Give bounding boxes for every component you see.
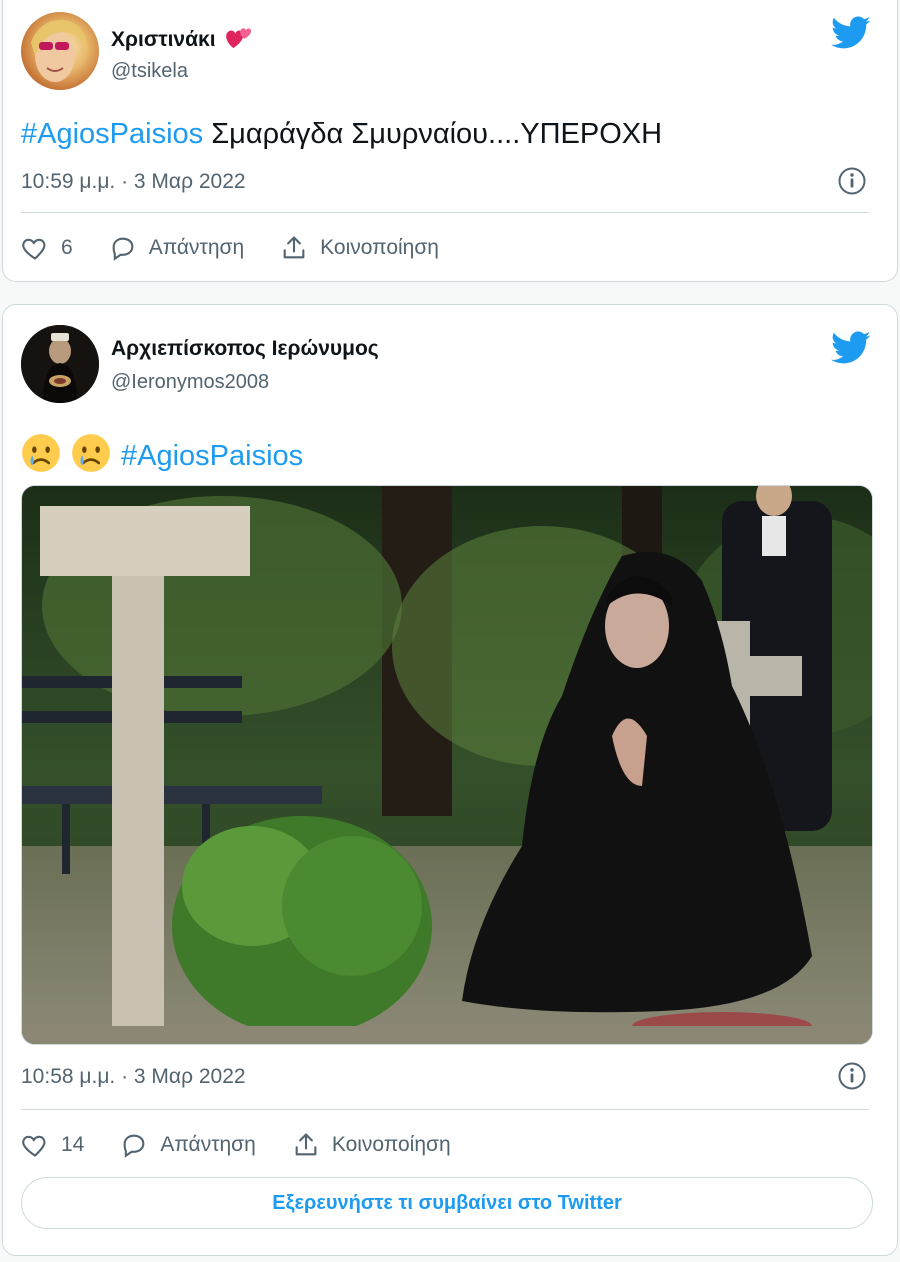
tweet-text: #AgiosPaisios xyxy=(21,433,303,473)
tweet-text: #AgiosPaisios Σμαράγδα Σμυρναίου....ΥΠΕΡ… xyxy=(21,118,662,151)
hashtag-link[interactable]: #AgiosPaisios xyxy=(121,440,303,472)
avatar[interactable] xyxy=(21,12,99,90)
explore-twitter-button[interactable]: Εξερευνήστε τι συμβαίνει στο Twitter xyxy=(21,1177,873,1229)
reply-button[interactable]: Απάντηση xyxy=(109,234,244,262)
hashtag-link[interactable]: #AgiosPaisios xyxy=(21,118,203,150)
share-button[interactable]: Κοινοποίηση xyxy=(280,234,439,262)
divider xyxy=(21,212,869,213)
action-bar: 14 Απάντηση Κοινοποίηση xyxy=(21,1125,487,1165)
tweet-body: Σμαράγδα Σμυρναίου....ΥΠΕΡΟΧΗ xyxy=(203,118,663,150)
tweet-timestamp[interactable]: 10:58 μ.μ. · 3 Μαρ 2022 xyxy=(21,1065,246,1089)
reply-icon xyxy=(112,237,134,261)
like-button[interactable]: 6 xyxy=(21,234,73,262)
author-name[interactable]: Αρχιεπίσκοπος Ιερώνυμος xyxy=(111,337,379,361)
crying-face-icon xyxy=(22,434,60,472)
share-icon xyxy=(283,236,305,259)
tweet-card[interactable]: Αρχιεπίσκοπος Ιερώνυμος @Ieronymos2008 #… xyxy=(2,304,898,1256)
avatar-image xyxy=(21,325,99,403)
like-count: 6 xyxy=(61,236,73,259)
author-handle[interactable]: @Ieronymos2008 xyxy=(111,371,269,394)
reply-label: Απάντηση xyxy=(160,1133,256,1156)
author-name[interactable]: Χριστινάκι xyxy=(111,26,253,52)
crying-face-icon xyxy=(72,434,110,472)
two-hearts-icon xyxy=(226,28,252,49)
share-button[interactable]: Κοινοποίηση xyxy=(292,1131,451,1159)
share-label: Κοινοποίηση xyxy=(331,1133,451,1156)
share-label: Κοινοποίηση xyxy=(320,236,439,259)
avatar-image xyxy=(31,19,87,82)
reply-button[interactable]: Απάντηση xyxy=(120,1131,256,1159)
share-icon xyxy=(295,1133,317,1156)
divider xyxy=(21,1109,869,1110)
twitter-bird-icon[interactable] xyxy=(831,331,871,365)
reply-icon xyxy=(123,1134,145,1158)
heart-icon xyxy=(22,1135,46,1157)
like-button[interactable]: 14 xyxy=(21,1131,84,1159)
tweet-timestamp[interactable]: 10:59 μ.μ. · 3 Μαρ 2022 xyxy=(21,170,246,194)
heart-icon xyxy=(22,238,46,260)
twitter-bird-icon[interactable] xyxy=(831,16,871,50)
tweet-photo[interactable] xyxy=(21,485,873,1045)
info-icon[interactable] xyxy=(837,1061,867,1091)
author-name-text: Χριστινάκι xyxy=(111,28,216,51)
action-bar: 6 Απάντηση Κοινοποίηση xyxy=(21,228,475,268)
info-icon[interactable] xyxy=(837,166,867,196)
photo-scene xyxy=(22,486,872,1044)
like-count: 14 xyxy=(61,1133,85,1156)
author-handle[interactable]: @tsikela xyxy=(111,60,188,83)
tweet-card[interactable]: Χριστινάκι @tsikela #AgiosPaisios Σμαράγ… xyxy=(2,0,898,282)
reply-label: Απάντηση xyxy=(148,236,245,259)
avatar[interactable] xyxy=(21,325,99,403)
